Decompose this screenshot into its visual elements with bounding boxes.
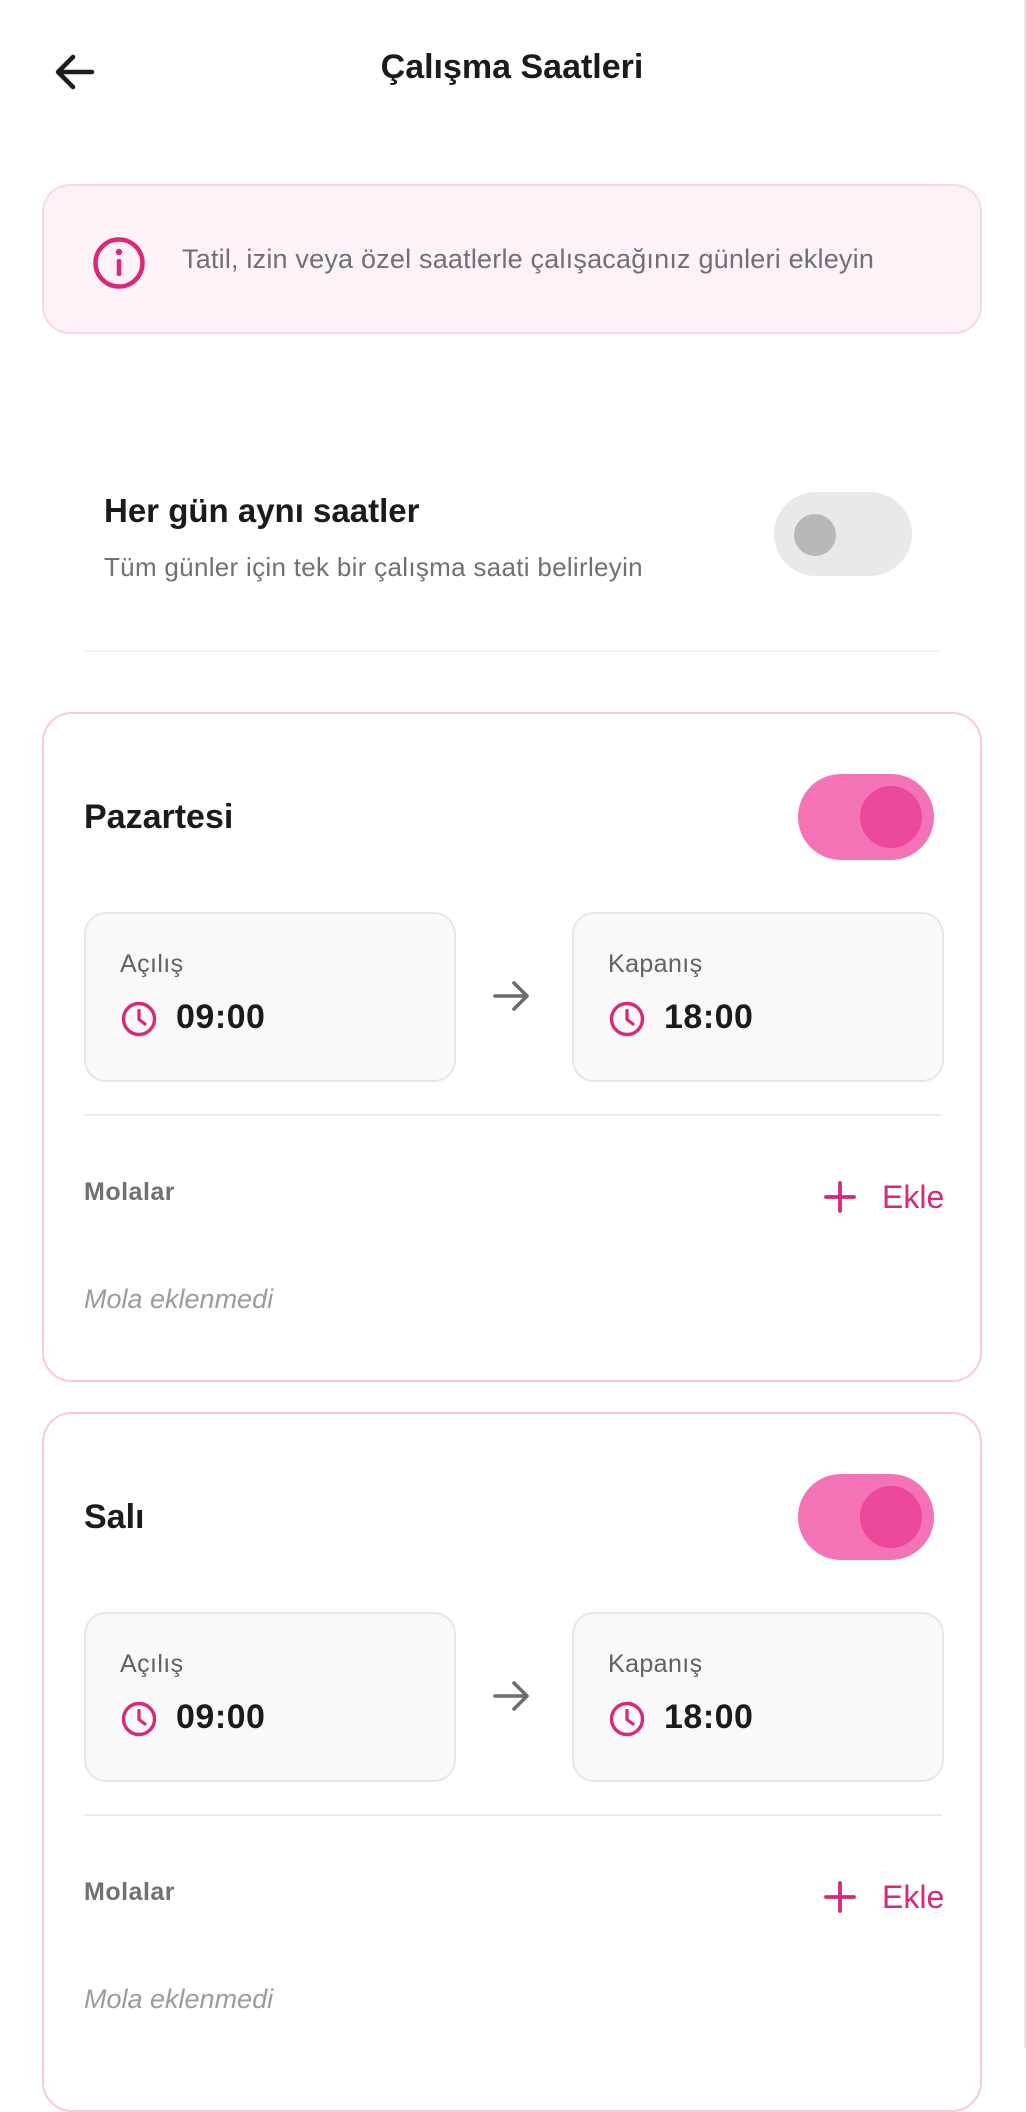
day-toggle-tuesday[interactable] xyxy=(798,1474,934,1560)
closing-time-picker[interactable]: Kapanış 18:00 xyxy=(572,1612,944,1782)
opening-label: Açılış xyxy=(120,1650,184,1678)
toggle-knob xyxy=(860,786,922,848)
same-hours-subtitle: Tüm günler için tek bir çalışma saati be… xyxy=(104,552,643,582)
plus-icon xyxy=(824,1881,856,1913)
clock-icon xyxy=(609,1001,645,1037)
clock-icon xyxy=(121,1701,157,1737)
opening-label: Açılış xyxy=(120,950,184,978)
breaks-label: Molalar xyxy=(84,1178,176,1206)
day-card-monday: Pazartesi Açılış 09:00 Kapanış 18:00 Mol… xyxy=(42,712,982,1382)
add-break-button[interactable]: Ekle xyxy=(822,1172,944,1222)
info-banner-text: Tatil, izin veya özel saatlerle çalışaca… xyxy=(182,244,875,274)
opening-time-value: 09:00 xyxy=(176,998,266,1036)
add-break-button[interactable]: Ekle xyxy=(822,1872,944,1922)
divider xyxy=(84,1114,942,1116)
add-break-label: Ekle xyxy=(882,1878,945,1915)
clock-icon xyxy=(609,1701,645,1737)
day-name: Pazartesi xyxy=(84,798,234,836)
day-name: Salı xyxy=(84,1498,145,1536)
opening-time-picker[interactable]: Açılış 09:00 xyxy=(84,1612,456,1782)
no-breaks-text: Mola eklenmedi xyxy=(84,1984,274,2014)
toggle-knob xyxy=(860,1486,922,1548)
closing-label: Kapanış xyxy=(608,1650,703,1678)
same-hours-title: Her gün aynı saatler xyxy=(104,492,420,529)
breaks-label: Molalar xyxy=(84,1878,176,1906)
divider xyxy=(84,650,940,652)
no-breaks-text: Mola eklenmedi xyxy=(84,1284,274,1314)
toggle-knob xyxy=(794,514,836,556)
opening-time-value: 09:00 xyxy=(176,1698,266,1736)
closing-time-picker[interactable]: Kapanış 18:00 xyxy=(572,912,944,1082)
opening-time-picker[interactable]: Açılış 09:00 xyxy=(84,912,456,1082)
app-bar: Çalışma Saatleri xyxy=(0,0,1024,140)
same-hours-toggle[interactable] xyxy=(774,492,912,576)
arrow-right-icon xyxy=(493,1681,529,1711)
info-banner: Tatil, izin veya özel saatlerle çalışaca… xyxy=(42,184,982,334)
plus-icon xyxy=(824,1181,856,1213)
info-icon xyxy=(93,237,145,289)
add-break-label: Ekle xyxy=(882,1178,945,1215)
closing-time-value: 18:00 xyxy=(664,1698,754,1736)
closing-label: Kapanış xyxy=(608,950,703,978)
closing-time-value: 18:00 xyxy=(664,998,754,1036)
day-toggle-monday[interactable] xyxy=(798,774,934,860)
clock-icon xyxy=(121,1001,157,1037)
arrow-right-icon xyxy=(493,981,529,1011)
day-card-tuesday: Salı Açılış 09:00 Kapanış 18:00 Molalar … xyxy=(42,1412,982,2112)
divider xyxy=(84,1814,942,1816)
page-title: Çalışma Saatleri xyxy=(380,48,644,86)
